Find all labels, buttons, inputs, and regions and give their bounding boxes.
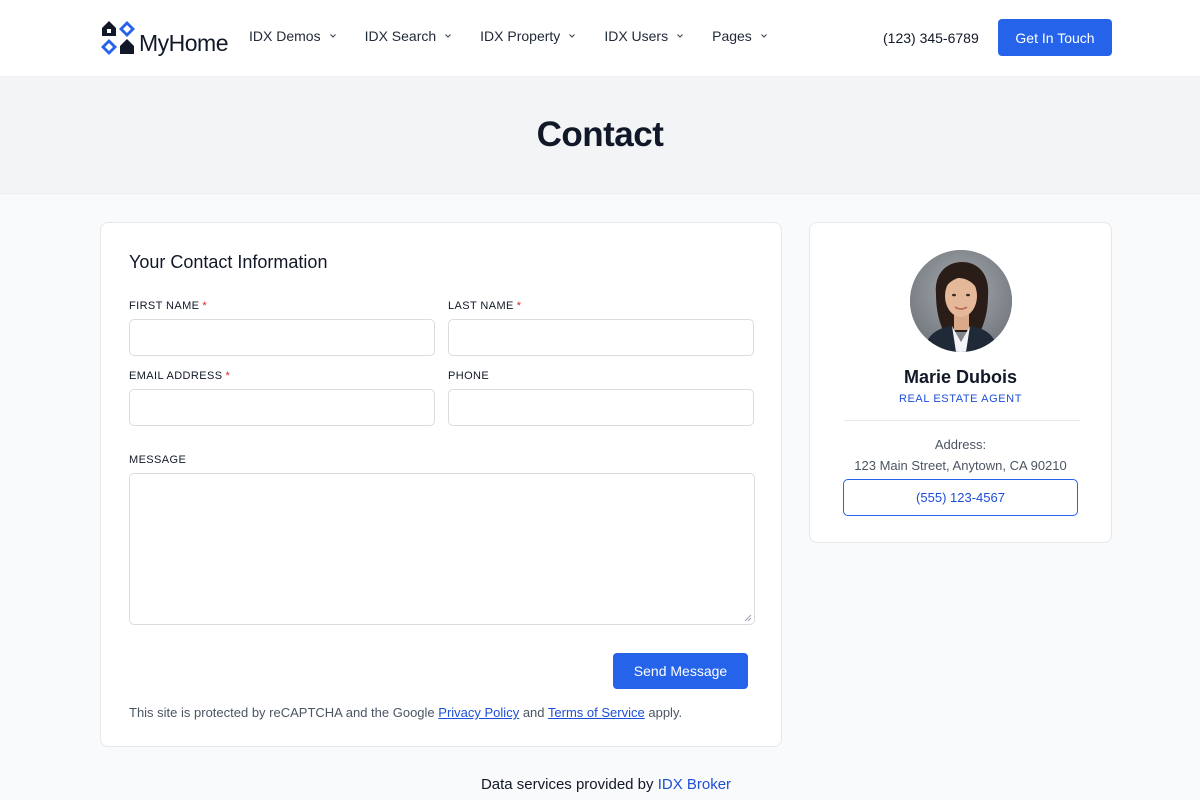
idx-broker-link[interactable]: IDX Broker <box>658 776 731 793</box>
email-input[interactable] <box>129 389 435 426</box>
site-header: MyHome IDX Demos IDX Search IDX Property… <box>0 0 1200 77</box>
agent-name: Marie Dubois <box>903 367 1018 387</box>
first-name-label-text: FIRST NAME <box>129 300 200 312</box>
last-name-label: LAST NAME * <box>448 300 521 312</box>
send-message-button[interactable]: Send Message <box>613 653 748 689</box>
phone-label: PHONE <box>448 370 489 382</box>
contact-form-card: Your Contact Information FIRST NAME * LAS… <box>100 222 782 747</box>
last-name-input[interactable] <box>448 319 754 356</box>
privacy-policy-link[interactable]: Privacy Policy <box>438 705 519 720</box>
message-label: MESSAGE <box>129 454 186 466</box>
captcha-and: and <box>522 705 545 720</box>
recaptcha-notice: This site is protected by reCAPTCHA and … <box>129 705 682 720</box>
nav-item-idx-demos[interactable]: IDX Demos <box>249 28 337 44</box>
nav-item-label: IDX Demos <box>249 28 321 44</box>
phone-label-text: PHONE <box>448 370 490 382</box>
agent-phone-button[interactable]: (555) 123-4567 <box>843 479 1078 516</box>
nav-item-pages[interactable]: Pages <box>712 28 768 44</box>
required-marker: * <box>202 300 208 312</box>
nav-item-idx-property[interactable]: IDX Property <box>480 28 576 44</box>
email-label: EMAIL ADDRESS * <box>129 370 230 382</box>
address-label: Address: <box>934 437 987 452</box>
required-marker: * <box>225 370 231 382</box>
page-title: Contact <box>536 115 664 154</box>
agent-avatar <box>910 250 1012 352</box>
message-label-text: MESSAGE <box>129 454 187 466</box>
email-label-text: EMAIL ADDRESS <box>129 370 223 382</box>
chevron-down-icon <box>569 34 576 38</box>
nav-item-label: Pages <box>712 28 752 44</box>
address-value: 123 Main Street, Anytown, CA 90210 <box>854 458 1067 473</box>
chevron-down-icon <box>760 34 767 38</box>
chevron-down-icon <box>329 34 336 38</box>
message-textarea[interactable] <box>129 473 755 625</box>
nav-item-label: IDX Users <box>604 28 669 44</box>
agent-portrait-icon <box>910 250 1012 352</box>
logo-text: MyHome <box>139 29 229 56</box>
data-services-note: Data services provided by IDX Broker <box>0 776 1200 793</box>
captcha-prefix: This site is protected by reCAPTCHA and … <box>129 705 435 720</box>
agent-card: Marie Dubois REAL ESTATE AGENT Address: … <box>809 222 1112 543</box>
house-logo-icon <box>101 21 135 55</box>
first-name-label: FIRST NAME * <box>129 300 207 312</box>
page-hero: Contact <box>0 77 1200 194</box>
agent-role: REAL ESTATE AGENT <box>898 393 1023 405</box>
nav-item-idx-users[interactable]: IDX Users <box>604 28 684 44</box>
first-name-input[interactable] <box>129 319 435 356</box>
nav-item-label: IDX Property <box>480 28 561 44</box>
nav-item-idx-search[interactable]: IDX Search <box>365 28 453 44</box>
footer-prefix: Data services provided by <box>480 776 654 793</box>
last-name-label-text: LAST NAME <box>448 300 514 312</box>
get-in-touch-button[interactable]: Get In Touch <box>998 19 1112 56</box>
resize-handle-icon[interactable] <box>744 614 752 622</box>
chevron-down-icon <box>677 34 683 38</box>
main-nav: IDX Demos IDX Search IDX Property IDX Us… <box>249 28 796 44</box>
terms-of-service-link[interactable]: Terms of Service <box>548 705 645 720</box>
captcha-suffix: apply. <box>648 705 683 720</box>
phone-input[interactable] <box>448 389 754 426</box>
form-title: Your Contact Information <box>129 252 328 272</box>
required-marker: * <box>516 300 522 312</box>
site-logo[interactable]: MyHome <box>100 18 229 58</box>
header-phone-link[interactable]: (123) 345-6789 <box>883 30 979 46</box>
agent-divider <box>844 420 1080 421</box>
chevron-down-icon <box>445 34 452 38</box>
nav-item-label: IDX Search <box>364 28 437 44</box>
